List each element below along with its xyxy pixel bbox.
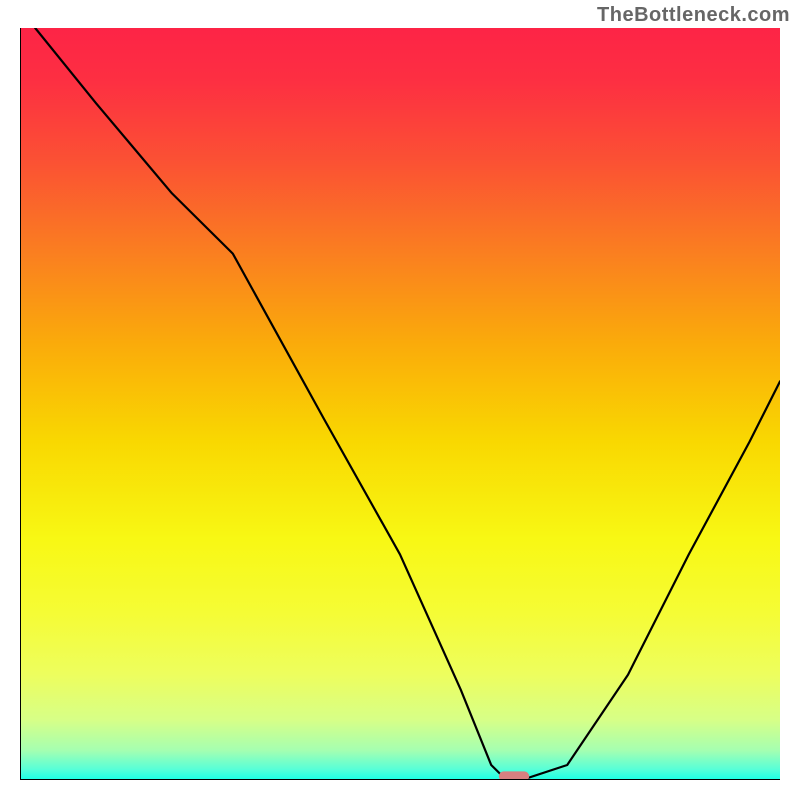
optimal-marker	[499, 771, 529, 780]
chart-container: TheBottleneck.com	[0, 0, 800, 800]
watermark-text: TheBottleneck.com	[597, 4, 790, 27]
gradient-background	[20, 28, 780, 780]
plot-area	[20, 28, 780, 780]
chart-svg	[20, 28, 780, 780]
